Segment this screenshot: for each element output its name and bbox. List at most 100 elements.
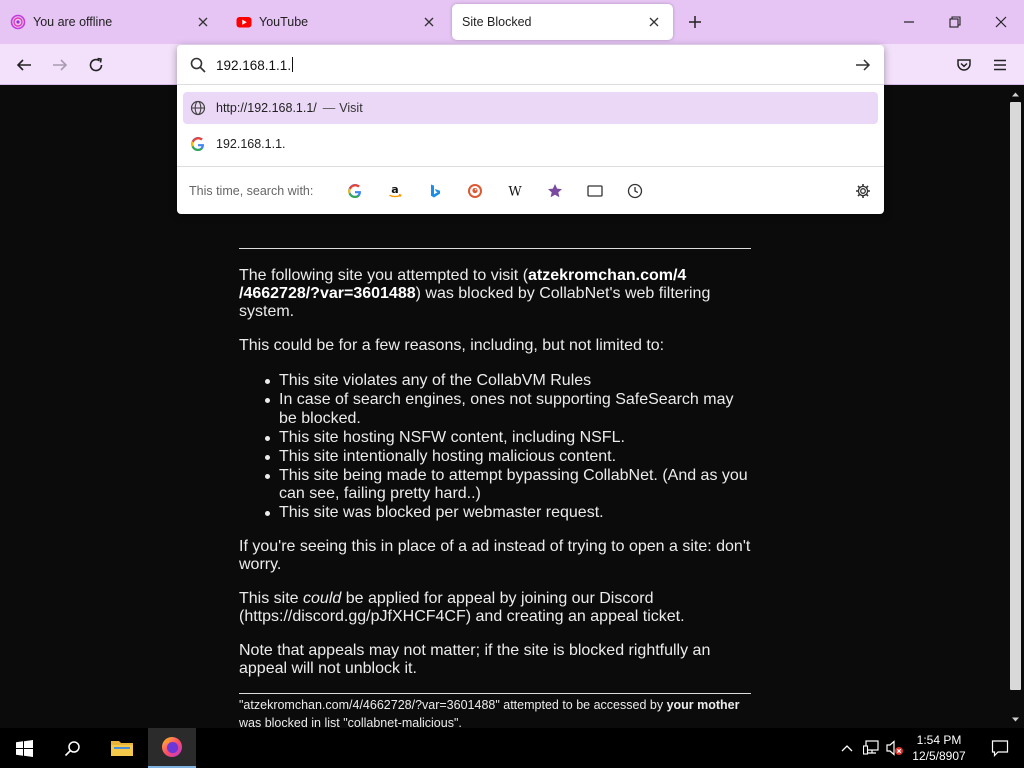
address-input[interactable]: 192.168.1.1. xyxy=(216,57,294,73)
pocket-icon xyxy=(957,59,971,71)
clock-icon xyxy=(627,183,643,199)
google-icon xyxy=(348,184,361,198)
search-settings-button[interactable] xyxy=(852,180,874,202)
go-arrow-icon[interactable] xyxy=(854,56,872,74)
scroll-down-icon[interactable] xyxy=(1011,715,1020,724)
new-tab-button[interactable] xyxy=(684,11,706,33)
clock-date: 12/5/8907 xyxy=(912,749,966,763)
reasons-intro: This could be for a few reasons, includi… xyxy=(239,337,665,354)
hamburger-menu-icon xyxy=(994,59,1006,71)
divider xyxy=(239,248,751,249)
firefox-icon xyxy=(162,737,182,757)
folder-icon xyxy=(111,741,133,756)
tab-site-blocked[interactable]: Site Blocked xyxy=(452,4,673,40)
restore-icon xyxy=(949,16,961,28)
tab-offline[interactable]: You are offline xyxy=(0,4,222,40)
wikipedia-icon: W xyxy=(508,185,522,200)
suggestion-visit[interactable]: http://192.168.1.1/ — Visit xyxy=(183,92,878,124)
google-engine-button[interactable] xyxy=(344,180,366,202)
back-arrow-icon xyxy=(16,59,31,71)
action-center-button[interactable] xyxy=(976,728,1024,768)
taskbar: 1:54 PM 12/5/8907 xyxy=(0,728,1024,768)
bing-engine-button[interactable] xyxy=(424,180,446,202)
network-button[interactable] xyxy=(860,728,882,768)
suggestion-search[interactable]: 192.168.1.1. xyxy=(183,128,878,160)
tor-onion-icon xyxy=(10,14,26,30)
wikipedia-engine-button[interactable]: W xyxy=(504,180,526,202)
menu-button[interactable] xyxy=(988,53,1012,77)
tab-youtube[interactable]: YouTube xyxy=(226,4,448,40)
reload-button[interactable] xyxy=(84,53,108,77)
search-taskbar-button[interactable] xyxy=(48,728,96,768)
scrollbar-thumb[interactable] xyxy=(1010,102,1021,690)
minimize-icon xyxy=(904,21,914,23)
footer-note: "atzekromchan.com/4/4662728/?var=3601488… xyxy=(239,698,740,728)
youtube-icon xyxy=(236,14,252,30)
list-item: This site violates any of the CollabVM R… xyxy=(265,372,751,391)
forward-arrow-icon xyxy=(53,59,68,71)
history-engine-button[interactable] xyxy=(624,180,646,202)
close-tab-icon[interactable] xyxy=(645,13,663,31)
duckduckgo-engine-button[interactable] xyxy=(464,180,486,202)
divider xyxy=(239,693,751,694)
search-icon xyxy=(64,740,80,756)
volume-muted-icon xyxy=(886,740,903,756)
forward-button[interactable] xyxy=(48,53,72,77)
bing-icon xyxy=(431,184,440,198)
system-clock[interactable]: 1:54 PM 12/5/8907 xyxy=(904,732,974,764)
scroll-up-icon[interactable] xyxy=(1011,90,1020,99)
appeal-note-paragraph: Note that appeals may not matter; if the… xyxy=(239,642,711,677)
tab-label: Site Blocked xyxy=(462,15,532,29)
suggestion-action: Visit xyxy=(339,101,363,115)
tab-icon xyxy=(587,185,603,197)
amazon-engine-button[interactable]: a xyxy=(384,180,406,202)
list-item: This site intentionally hosting maliciou… xyxy=(265,448,751,467)
search-icon xyxy=(190,57,206,73)
svg-text:a: a xyxy=(391,183,398,196)
tab-strip: You are offline YouTube Site Blocked xyxy=(0,0,1024,44)
back-button[interactable] xyxy=(12,53,36,77)
vertical-scrollbar[interactable] xyxy=(1007,85,1024,728)
firefox-taskbar-button[interactable] xyxy=(148,728,196,768)
ad-note-paragraph: If you're seeing this in place of a ad i… xyxy=(239,538,751,573)
star-icon xyxy=(548,184,562,198)
tab-label: You are offline xyxy=(33,15,113,29)
suggestion-separator: — xyxy=(322,101,336,115)
collabvm-rules-link[interactable]: CollabVM Rules xyxy=(476,372,591,389)
suggestion-text: 192.168.1.1. xyxy=(216,137,286,151)
restore-button[interactable] xyxy=(944,11,966,33)
one-off-search-engines: This time, search with: a W xyxy=(177,166,884,214)
list-item: This site being made to attempt bypassin… xyxy=(265,467,751,504)
volume-button[interactable] xyxy=(884,728,906,768)
duckduckgo-icon xyxy=(468,184,482,198)
search-with-label: This time, search with: xyxy=(189,184,314,198)
intro-paragraph: The following site you attempted to visi… xyxy=(239,267,711,320)
network-icon xyxy=(862,740,879,755)
windows-logo-icon xyxy=(15,739,33,757)
text-caret xyxy=(292,57,294,72)
tab-label: YouTube xyxy=(259,15,309,29)
globe-icon xyxy=(189,99,207,117)
gear-icon xyxy=(856,184,870,198)
suggestion-url: http://192.168.1.1/ xyxy=(216,101,317,115)
file-explorer-button[interactable] xyxy=(98,728,146,768)
close-icon xyxy=(995,16,1007,28)
list-item: This site hosting NSFW content, includin… xyxy=(265,429,751,448)
address-bar[interactable]: 192.168.1.1. xyxy=(177,45,884,85)
bookmarks-engine-button[interactable] xyxy=(544,180,566,202)
reasons-list: This site violates any of the CollabVM R… xyxy=(265,372,751,523)
tabs-engine-button[interactable] xyxy=(584,180,606,202)
amazon-icon: a xyxy=(389,183,402,198)
url-dropdown-panel: 192.168.1.1. http://192.168.1.1/ — Visit… xyxy=(177,45,884,214)
notification-icon xyxy=(991,740,1009,757)
chevron-up-icon xyxy=(841,745,853,752)
svg-text:W: W xyxy=(508,185,522,200)
start-button[interactable] xyxy=(0,728,48,768)
clock-time: 1:54 PM xyxy=(916,733,962,747)
show-hidden-icons-button[interactable] xyxy=(836,728,858,768)
close-window-button[interactable] xyxy=(990,11,1012,33)
pocket-button[interactable] xyxy=(952,53,976,77)
close-tab-icon[interactable] xyxy=(194,13,212,31)
close-tab-icon[interactable] xyxy=(420,13,438,31)
minimize-button[interactable] xyxy=(898,11,920,33)
